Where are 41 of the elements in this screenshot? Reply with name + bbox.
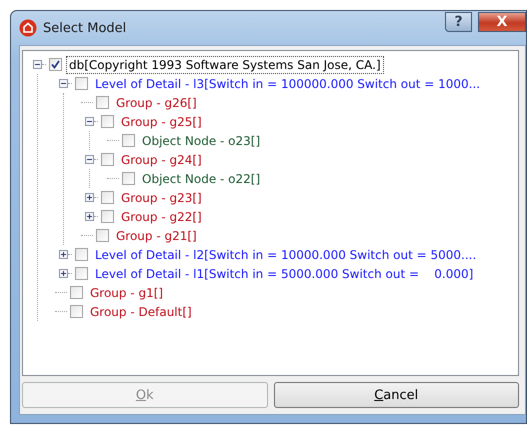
tree-item[interactable]: Group - g23[] — [118, 188, 205, 206]
tree-item[interactable]: Group - g26[] — [113, 94, 200, 112]
checkbox[interactable] — [96, 96, 109, 109]
tree-item[interactable]: Group - g1[] — [87, 284, 166, 302]
cancel-button[interactable]: Cancel — [274, 382, 519, 408]
checkbox[interactable] — [122, 172, 135, 185]
expand-icon[interactable] — [85, 193, 94, 202]
expand-icon[interactable] — [85, 212, 94, 221]
tree-item[interactable]: Object Node - o22[] — [139, 170, 264, 188]
tree-item[interactable]: Group - g22[] — [118, 208, 205, 226]
checkbox[interactable] — [70, 305, 83, 318]
tree-item[interactable]: db[Copyright 1993 Software Systems San Jose, CA.] — [66, 56, 384, 74]
expand-icon[interactable] — [59, 250, 68, 259]
checkbox[interactable] — [122, 134, 135, 147]
checkbox[interactable] — [75, 77, 88, 90]
app-icon — [19, 19, 37, 37]
checkbox[interactable] — [101, 191, 114, 204]
expand-icon[interactable] — [59, 269, 68, 278]
checkbox[interactable] — [75, 248, 88, 261]
checkbox[interactable] — [49, 58, 62, 71]
checkbox[interactable] — [75, 267, 88, 280]
tree-item[interactable]: Group - g25[] — [118, 112, 205, 130]
checkbox[interactable] — [101, 153, 114, 166]
window-title: Select Model — [43, 20, 126, 36]
collapse-icon[interactable] — [85, 117, 94, 126]
help-button[interactable]: ? — [445, 12, 472, 32]
tree-item[interactable]: Level of Detail - l2[Switch in = 10000.000 Switch out = 5000.... — [92, 246, 480, 264]
tree-item[interactable]: Level of Detail - l1[Switch in = 5000.000 Switch out = 0.000] — [92, 264, 476, 282]
collapse-icon[interactable] — [33, 60, 42, 69]
checkbox[interactable] — [96, 229, 109, 242]
checkbox[interactable] — [70, 286, 83, 299]
tree-item[interactable]: Group - g24[] — [118, 150, 205, 168]
checkbox[interactable] — [101, 115, 114, 128]
tree-item[interactable]: Group - g21[] — [113, 226, 200, 244]
tree-item[interactable]: Object Node - o23[] — [139, 132, 264, 150]
tree-item[interactable]: Group - Default[] — [87, 302, 195, 320]
tree-item[interactable]: Level of Detail - l3[Switch in = 100000.000 Switch out = 1000... — [92, 74, 484, 92]
collapse-icon[interactable] — [85, 155, 94, 164]
collapse-icon[interactable] — [59, 79, 68, 88]
checkbox[interactable] — [101, 210, 114, 223]
close-button[interactable]: X — [478, 12, 526, 32]
